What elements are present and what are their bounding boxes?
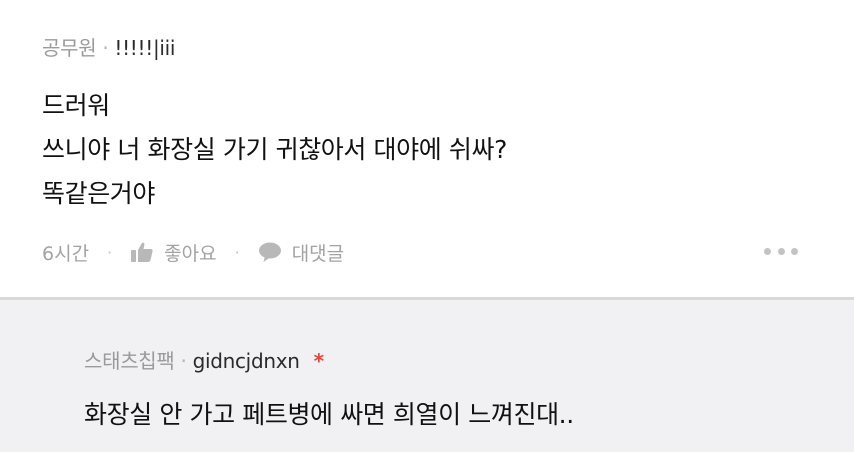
like-label: 좋아요 bbox=[164, 242, 217, 265]
op-marker: * bbox=[313, 349, 324, 373]
reply-comment: 스태츠칩팩 · gidncjdnxn * 화장실 안 가고 페트병에 싸면 희열이 느… bbox=[0, 300, 854, 452]
action-separator: · bbox=[107, 242, 113, 262]
more-dots-icon bbox=[791, 247, 798, 255]
comment-line: 똑같은거야 bbox=[42, 179, 156, 208]
reply-nickname: gidncjdnxn bbox=[192, 349, 300, 373]
more-options-button[interactable] bbox=[764, 241, 798, 261]
speech-bubble-icon bbox=[258, 242, 281, 262]
action-separator: · bbox=[234, 242, 240, 262]
comment-author[interactable]: 공무원 bbox=[42, 36, 97, 60]
comment-nickname: !!!!!|iii bbox=[114, 36, 176, 60]
comment-line: 쓰니야 너 화장실 가기 귀찮아서 대야에 쉬싸? bbox=[42, 135, 507, 164]
thumbs-up-icon bbox=[131, 242, 153, 262]
comment-meta: 공무원 · !!!!!|iii bbox=[42, 32, 175, 61]
reply-line: 화장실 안 가고 페트병에 싸면 희열이 느껴진대.. bbox=[84, 400, 574, 429]
comment: 공무원 · !!!!!|iii 드러워 쓰니야 너 화장실 가기 귀찮아서 대야에 … bbox=[0, 0, 854, 300]
reply-button[interactable]: 대댓글 bbox=[258, 239, 344, 266]
like-button[interactable]: 좋아요 bbox=[130, 239, 217, 266]
reply-author[interactable]: 스태츠칩팩 bbox=[84, 349, 175, 373]
reply-meta: 스태츠칩팩 · gidncjdnxn * bbox=[84, 345, 324, 374]
reply-label: 대댓글 bbox=[291, 242, 345, 265]
comment-actions: 6시간 · 좋아요 · 대댓글 bbox=[42, 237, 344, 267]
reply-body: 화장실 안 가고 페트병에 싸면 희열이 느껴진대.. bbox=[84, 393, 574, 437]
meta-separator: · bbox=[180, 349, 187, 373]
comment-body: 드러워 쓰니야 너 화장실 가기 귀찮아서 대야에 쉬싸? 똑같은거야 bbox=[42, 84, 507, 216]
comment-time: 6시간 bbox=[42, 242, 90, 265]
meta-separator: · bbox=[102, 36, 109, 60]
comment-line: 드러워 bbox=[42, 91, 110, 120]
more-dots-icon bbox=[777, 247, 785, 255]
more-dots-icon bbox=[764, 247, 771, 255]
